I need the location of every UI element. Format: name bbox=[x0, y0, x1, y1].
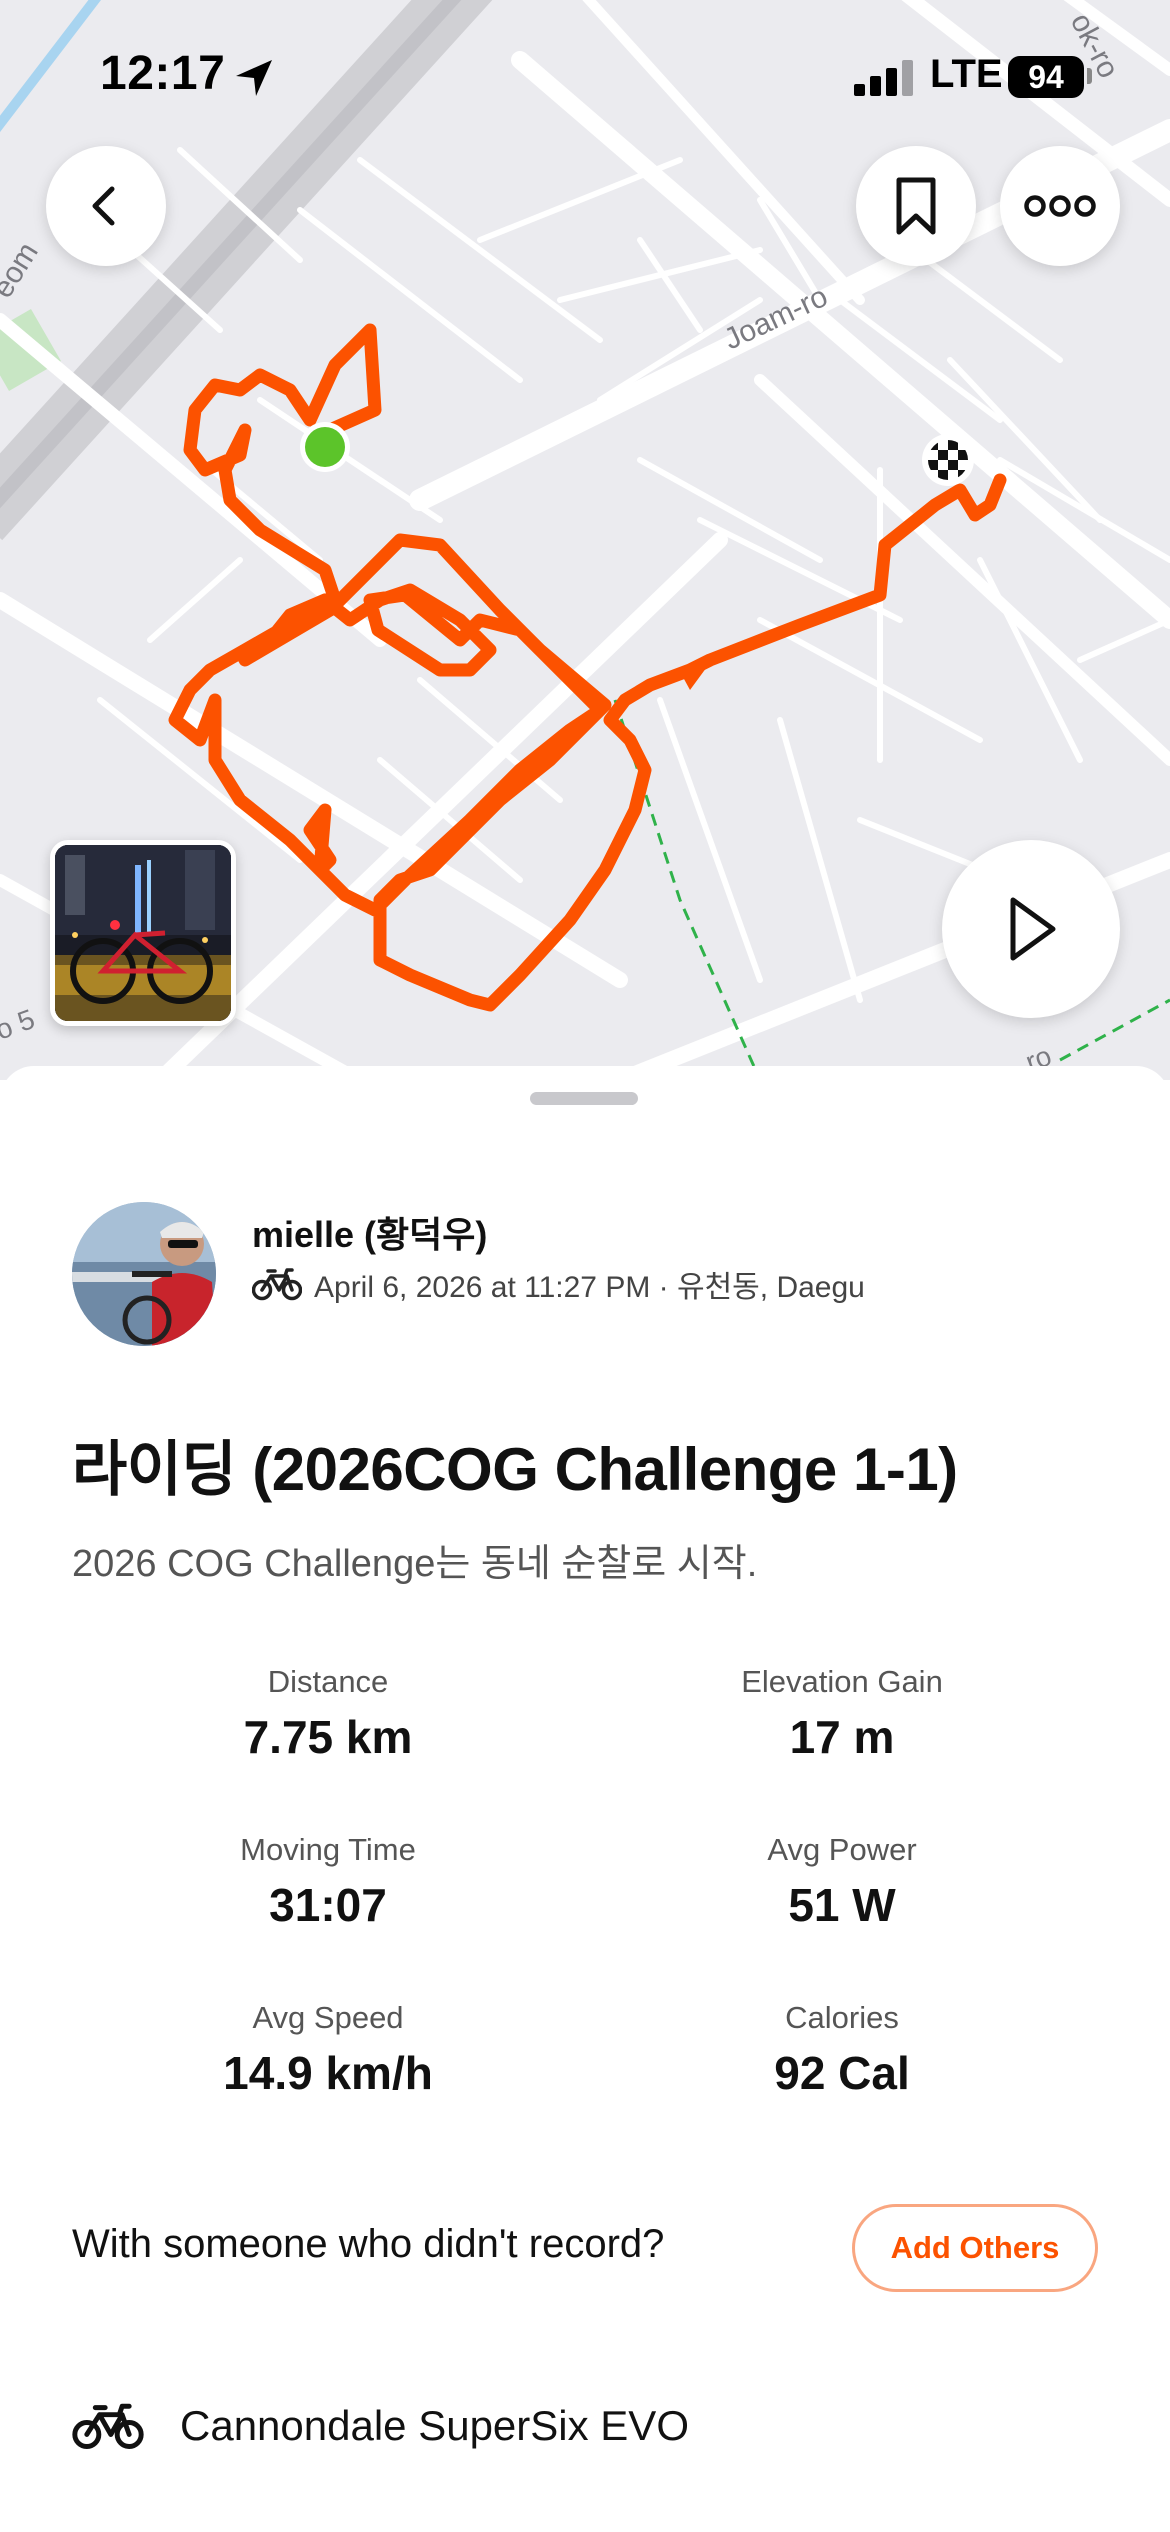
activity-meta: April 6, 2026 at 11:27 PM · 유천동, Daegu bbox=[252, 1262, 865, 1306]
sheet-drag-handle[interactable] bbox=[530, 1092, 638, 1105]
with-others-prompt: With someone who didn't record? bbox=[72, 2222, 665, 2266]
route-map[interactable]: Joam-ro eom ok-ro o 5 ro 12:17 LTE 94 bbox=[0, 0, 1170, 1080]
stat-avg-speed: Avg Speed 14.9 km/h bbox=[118, 2000, 538, 2100]
activity-title: 라이딩 (2026COG Challenge 1-1) bbox=[72, 1436, 958, 1503]
gear-row[interactable]: Cannondale SuperSix EVO bbox=[72, 2402, 689, 2450]
stat-avg-power: Avg Power 51 W bbox=[632, 1832, 1052, 1932]
activity-detail-sheet[interactable]: mielle (황덕우) April 6, 2026 at 11:27 PM ·… bbox=[0, 1066, 1170, 2532]
activity-description: 2026 COG Challenge는 동네 순찰로 시작. bbox=[72, 1543, 758, 1585]
chevron-left-icon bbox=[92, 186, 115, 226]
athlete-name[interactable]: mielle (황덕우) bbox=[252, 1206, 487, 1258]
stat-value: 31:07 bbox=[269, 1879, 387, 1931]
stat-label: Elevation Gain bbox=[741, 1664, 943, 1699]
stat-value: 7.75 km bbox=[243, 1711, 413, 1763]
stat-value: 14.9 km/h bbox=[223, 2047, 433, 2099]
stat-moving-time: Moving Time 31:07 bbox=[118, 1832, 538, 1932]
location-arrow-icon bbox=[236, 60, 272, 96]
more-options-button[interactable] bbox=[1000, 146, 1120, 266]
bookmark-icon bbox=[896, 177, 936, 235]
activity-date-location: April 6, 2026 at 11:27 PM · 유천동, Daegu bbox=[314, 1271, 865, 1304]
stat-value: 92 Cal bbox=[774, 2047, 910, 2099]
status-bar: 12:17 LTE 94 bbox=[0, 0, 1170, 150]
bike-icon bbox=[72, 2403, 144, 2449]
stat-label: Calories bbox=[785, 2000, 899, 2035]
stat-value: 17 m bbox=[789, 1711, 895, 1763]
finish-marker bbox=[922, 434, 974, 486]
activity-photo-thumbnail[interactable] bbox=[50, 840, 236, 1026]
stat-label: Avg Speed bbox=[252, 2000, 404, 2035]
add-others-button[interactable]: Add Others bbox=[852, 2204, 1098, 2292]
stat-distance: Distance 7.75 km bbox=[118, 1664, 538, 1764]
stat-label: Avg Power bbox=[767, 1832, 917, 1867]
battery-nub bbox=[1087, 68, 1092, 84]
carrier-label: LTE bbox=[930, 52, 1003, 96]
bookmark-button[interactable] bbox=[856, 146, 976, 266]
avatar-photo bbox=[72, 1202, 216, 1346]
more-dots-icon bbox=[1024, 195, 1096, 217]
stat-label: Distance bbox=[267, 1664, 389, 1699]
cellular-signal-icon bbox=[854, 60, 913, 96]
start-marker bbox=[305, 427, 345, 467]
battery-indicator: 94 bbox=[1008, 56, 1084, 98]
gear-name: Cannondale SuperSix EVO bbox=[180, 2402, 689, 2449]
stat-calories: Calories 92 Cal bbox=[632, 2000, 1052, 2100]
stat-elevation-gain: Elevation Gain 17 m bbox=[632, 1664, 1052, 1764]
athlete-avatar[interactable] bbox=[72, 1202, 216, 1346]
play-icon bbox=[1010, 897, 1056, 961]
stat-value: 51 W bbox=[788, 1879, 896, 1931]
bike-icon bbox=[252, 1268, 302, 1301]
back-button[interactable] bbox=[46, 146, 166, 266]
status-time: 12:17 bbox=[100, 47, 226, 100]
bicycle-photo bbox=[55, 845, 231, 1021]
stat-label: Moving Time bbox=[240, 1832, 416, 1867]
play-flyover-button[interactable] bbox=[942, 840, 1120, 1018]
